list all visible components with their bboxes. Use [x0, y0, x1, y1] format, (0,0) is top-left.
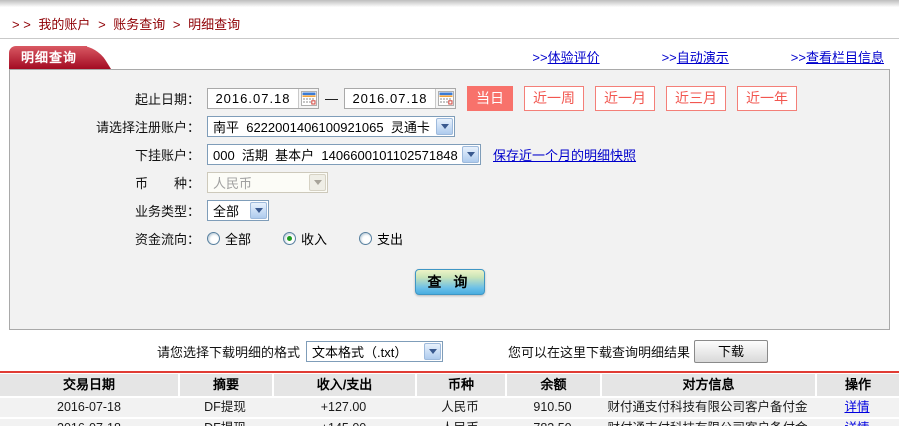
business-type-select[interactable]: 全部	[207, 200, 269, 221]
flow-option-label: 全部	[225, 229, 251, 248]
header-income-expense: 收入/支出	[272, 374, 415, 396]
download-format-label: 请您选择下载明细的格式	[157, 342, 300, 361]
cell-currency: 人民币	[415, 419, 505, 426]
cell-date: 2016-07-18	[0, 419, 178, 426]
breadcrumb-separator: >	[173, 17, 181, 32]
divider	[0, 38, 899, 39]
link-text: 自动演示	[677, 50, 729, 65]
query-button[interactable]: 查 询	[415, 269, 485, 295]
header-balance: 余额	[505, 374, 600, 396]
fund-flow-label: 资金流向：	[10, 229, 200, 248]
chevron-down-icon	[424, 343, 441, 360]
cell-summary: DF提现	[178, 419, 272, 426]
quick-range-month-button[interactable]: 近一月	[595, 86, 655, 111]
link-prefix: >>	[662, 50, 677, 65]
cell-balance: 783.50	[505, 419, 600, 426]
breadcrumb-arrows: > >	[12, 17, 31, 32]
quick-range-year-button[interactable]: 近一年	[737, 86, 797, 111]
chevron-down-icon	[436, 118, 453, 135]
header-action: 操作	[815, 374, 899, 396]
business-type-value: 全部	[208, 201, 250, 220]
radio-checked-icon[interactable]	[283, 232, 296, 245]
flow-option-all[interactable]: 全部	[207, 229, 251, 248]
download-result-label: 您可以在这里下载查询明细结果	[508, 342, 690, 361]
cell-date: 2016-07-18	[0, 398, 178, 417]
breadcrumb-item-my-account[interactable]: 我的账户	[38, 17, 90, 32]
chevron-down-icon	[250, 202, 267, 219]
date-to-input[interactable]: 2016.07.18	[344, 88, 456, 109]
query-form-panel: 起止日期： 2016.07.18 —	[9, 69, 890, 330]
radio-icon[interactable]	[359, 232, 372, 245]
registered-account-label: 请选择注册账户：	[10, 117, 200, 136]
radio-icon[interactable]	[207, 232, 220, 245]
transactions-table: 交易日期 摘要 收入/支出 币种 余额 对方信息 操作 2016-07-18 D…	[0, 374, 899, 426]
link-experience-feedback[interactable]: >>体验评价	[532, 47, 599, 66]
sub-account-select[interactable]: 000 活期 基本户 1406600101102571848	[207, 144, 481, 165]
business-type-label: 业务类型：	[10, 201, 200, 220]
chevron-down-icon	[309, 174, 326, 191]
chevron-down-icon	[462, 146, 479, 163]
breadcrumb-item-account-query[interactable]: 账务查询	[113, 17, 165, 32]
currency-select: 人民币	[207, 172, 328, 193]
table-row: 2016-07-18 DF提现 +145.00 人民币 783.50 财付通支付…	[0, 419, 899, 426]
link-text: 查看栏目信息	[806, 50, 884, 65]
header-transaction-date: 交易日期	[0, 374, 178, 396]
cell-amount: +127.00	[272, 398, 415, 417]
save-monthly-snapshot-link[interactable]: 保存近一个月的明细快照	[493, 145, 636, 164]
tab-detail-query[interactable]: 明细查询	[9, 46, 87, 69]
flow-option-label: 支出	[377, 229, 403, 248]
download-button[interactable]: 下载	[694, 340, 768, 363]
cell-summary: DF提现	[178, 398, 272, 417]
date-to-value: 2016.07.18	[345, 91, 435, 106]
cell-amount: +145.00	[272, 419, 415, 426]
table-top-divider	[0, 371, 899, 373]
download-format-select[interactable]: 文本格式（.txt）	[306, 341, 443, 362]
quick-range-3months-button[interactable]: 近三月	[666, 86, 726, 111]
date-range-label: 起止日期：	[10, 89, 200, 108]
link-view-column-info[interactable]: >>查看栏目信息	[791, 47, 884, 66]
calendar-icon[interactable]	[435, 89, 455, 108]
breadcrumb: > > 我的账户 > 账务查询 > 明细查询	[0, 7, 899, 38]
header-counterparty: 对方信息	[600, 374, 815, 396]
link-prefix: >>	[532, 50, 547, 65]
currency-label: 币 种：	[10, 173, 200, 192]
calendar-icon[interactable]	[298, 89, 318, 108]
sub-account-value: 000 活期 基本户 1406600101102571848	[208, 145, 462, 164]
breadcrumb-separator: >	[98, 17, 106, 32]
download-format-value: 文本格式（.txt）	[307, 342, 424, 361]
registered-account-select[interactable]: 南平 6222001406100921065 灵通卡	[207, 116, 455, 137]
table-header-row: 交易日期 摘要 收入/支出 币种 余额 对方信息 操作	[0, 374, 899, 396]
link-prefix: >>	[791, 50, 806, 65]
flow-option-label: 收入	[301, 229, 327, 248]
date-range-dash: —	[325, 91, 338, 106]
quick-range-week-button[interactable]: 近一周	[524, 86, 584, 111]
cell-currency: 人民币	[415, 398, 505, 417]
date-from-input[interactable]: 2016.07.18	[207, 88, 319, 109]
quick-range-today-button[interactable]: 当日	[467, 86, 513, 111]
registered-account-value: 南平 6222001406100921065 灵通卡	[208, 117, 436, 136]
flow-option-expense[interactable]: 支出	[359, 229, 403, 248]
sub-account-label: 下挂账户：	[10, 145, 200, 164]
date-from-value: 2016.07.18	[208, 91, 298, 106]
detail-link[interactable]: 详情	[844, 421, 869, 426]
cell-balance: 910.50	[505, 398, 600, 417]
breadcrumb-item-detail-query[interactable]: 明细查询	[188, 17, 240, 32]
link-text: 体验评价	[548, 50, 600, 65]
detail-link[interactable]: 详情	[844, 400, 869, 414]
flow-option-income[interactable]: 收入	[283, 229, 327, 248]
cell-counterparty: 财付通支付科技有限公司客户备付金	[600, 398, 815, 417]
page-top-strip	[0, 0, 899, 7]
header-summary: 摘要	[178, 374, 272, 396]
header-currency: 币种	[415, 374, 505, 396]
link-auto-demo[interactable]: >>自动演示	[662, 47, 729, 66]
cell-counterparty: 财付通支付科技有限公司客户备付金	[600, 419, 815, 426]
table-row: 2016-07-18 DF提现 +127.00 人民币 910.50 财付通支付…	[0, 398, 899, 417]
currency-value: 人民币	[208, 173, 309, 192]
